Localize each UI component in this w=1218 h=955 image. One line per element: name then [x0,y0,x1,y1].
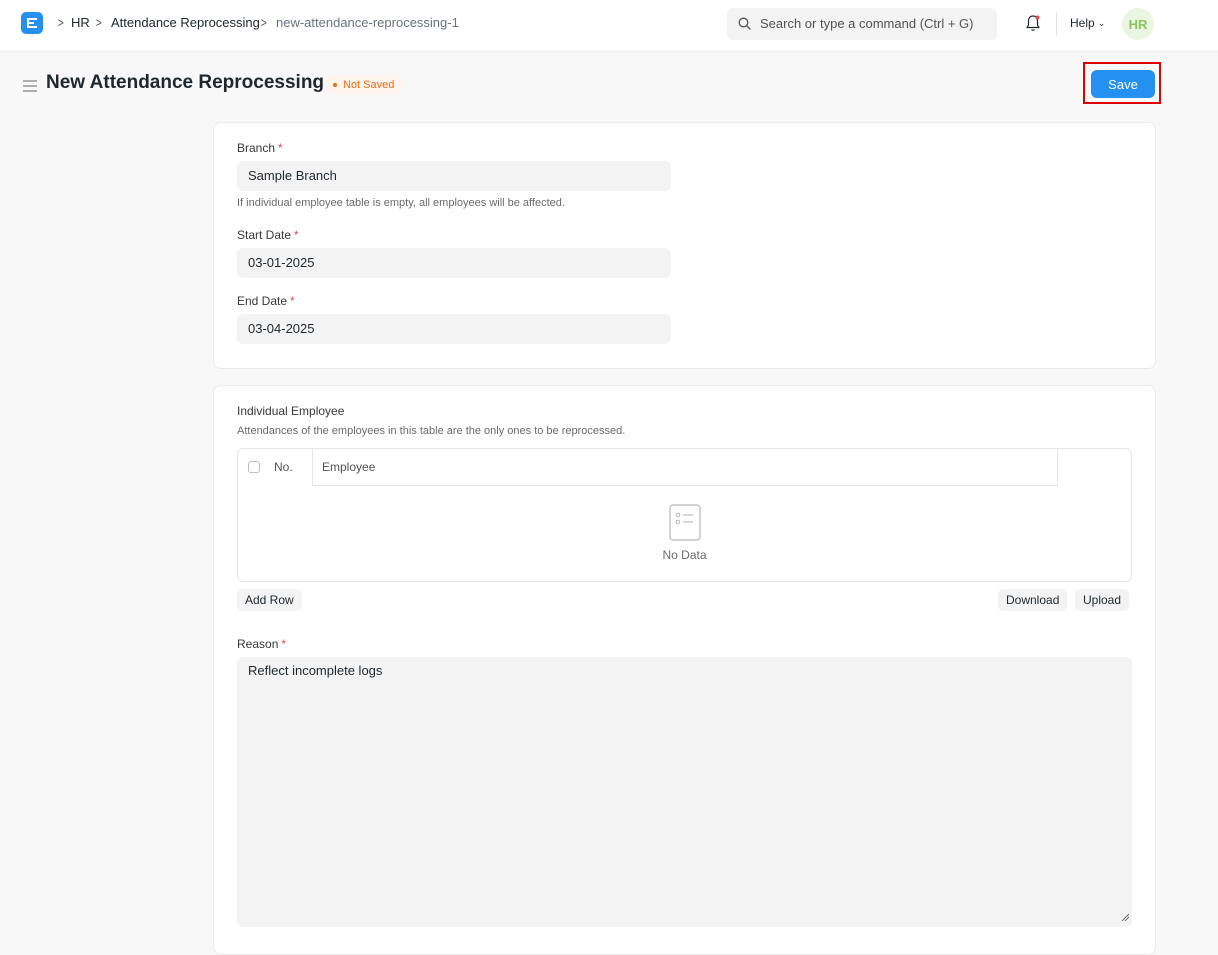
reason-textarea[interactable]: Reflect incomplete logs [237,657,1132,927]
start-date-label: Start Date * [237,228,299,242]
individual-employee-label: Individual Employee [237,404,345,418]
page-title: New Attendance Reprocessing [46,72,325,93]
sidebar-toggle-icon[interactable] [23,79,37,97]
branch-field[interactable]: Sample Branch [237,161,671,191]
table-header-row: No. Employee [238,449,1131,486]
add-row-button[interactable]: Add Row [237,589,302,611]
resize-handle-icon[interactable] [1121,909,1130,924]
breadcrumb-chevron-icon: > [95,15,102,30]
end-date-field[interactable]: 03-04-2025 [237,314,671,344]
reason-label: Reason * [237,637,287,651]
no-data-icon [669,504,701,546]
search-input[interactable]: Search or type a command (Ctrl + G) [727,8,997,40]
breadcrumb-attendance-reprocessing[interactable]: Attendance Reprocessing [111,15,260,30]
column-header-no: No. [274,460,293,474]
help-dropdown[interactable]: Help ⌄ [1070,16,1105,30]
column-header-employee: Employee [312,449,1058,486]
navbar-divider [1056,12,1057,36]
notification-bell-icon[interactable] [1025,14,1041,37]
start-date-field[interactable]: 03-01-2025 [237,248,671,278]
individual-employee-description: Attendances of the employees in this tab… [237,425,626,437]
status-dot-icon [333,83,337,87]
navbar: > HR > Attendance Reprocessing > new-att… [0,0,1218,52]
search-icon [738,17,751,35]
search-placeholder: Search or type a command (Ctrl + G) [760,16,974,31]
reason-text: Reflect incomplete logs [248,663,383,678]
branch-label: Branch * [237,141,283,155]
employee-reason-section: Individual Employee Attendances of the e… [213,385,1156,955]
save-button[interactable]: Save [1091,70,1155,98]
app-logo-icon[interactable] [21,12,43,34]
avatar[interactable]: HR [1122,8,1154,40]
status-badge-label: Not Saved [343,79,395,91]
chevron-down-icon: ⌄ [1097,18,1106,28]
branch-description: If individual employee table is empty, a… [237,197,565,209]
breadcrumb-chevron-icon: > [260,15,267,30]
breadcrumb-hr[interactable]: HR [71,15,90,30]
download-button[interactable]: Download [998,589,1068,611]
select-all-checkbox[interactable] [248,461,260,473]
no-data-text: No Data [662,548,707,562]
main-fields-section: Branch * Sample Branch If individual empl… [213,122,1156,369]
help-label: Help [1070,16,1095,30]
upload-button[interactable]: Upload [1075,589,1130,611]
employee-table: No. Employee No Data [237,448,1132,582]
end-date-label: End Date * [237,294,295,308]
status-badge: Not Saved [325,75,403,95]
breadcrumb-current-doc[interactable]: new-attendance-reprocessing-1 [276,15,459,30]
breadcrumb-chevron-icon: > [57,15,64,30]
